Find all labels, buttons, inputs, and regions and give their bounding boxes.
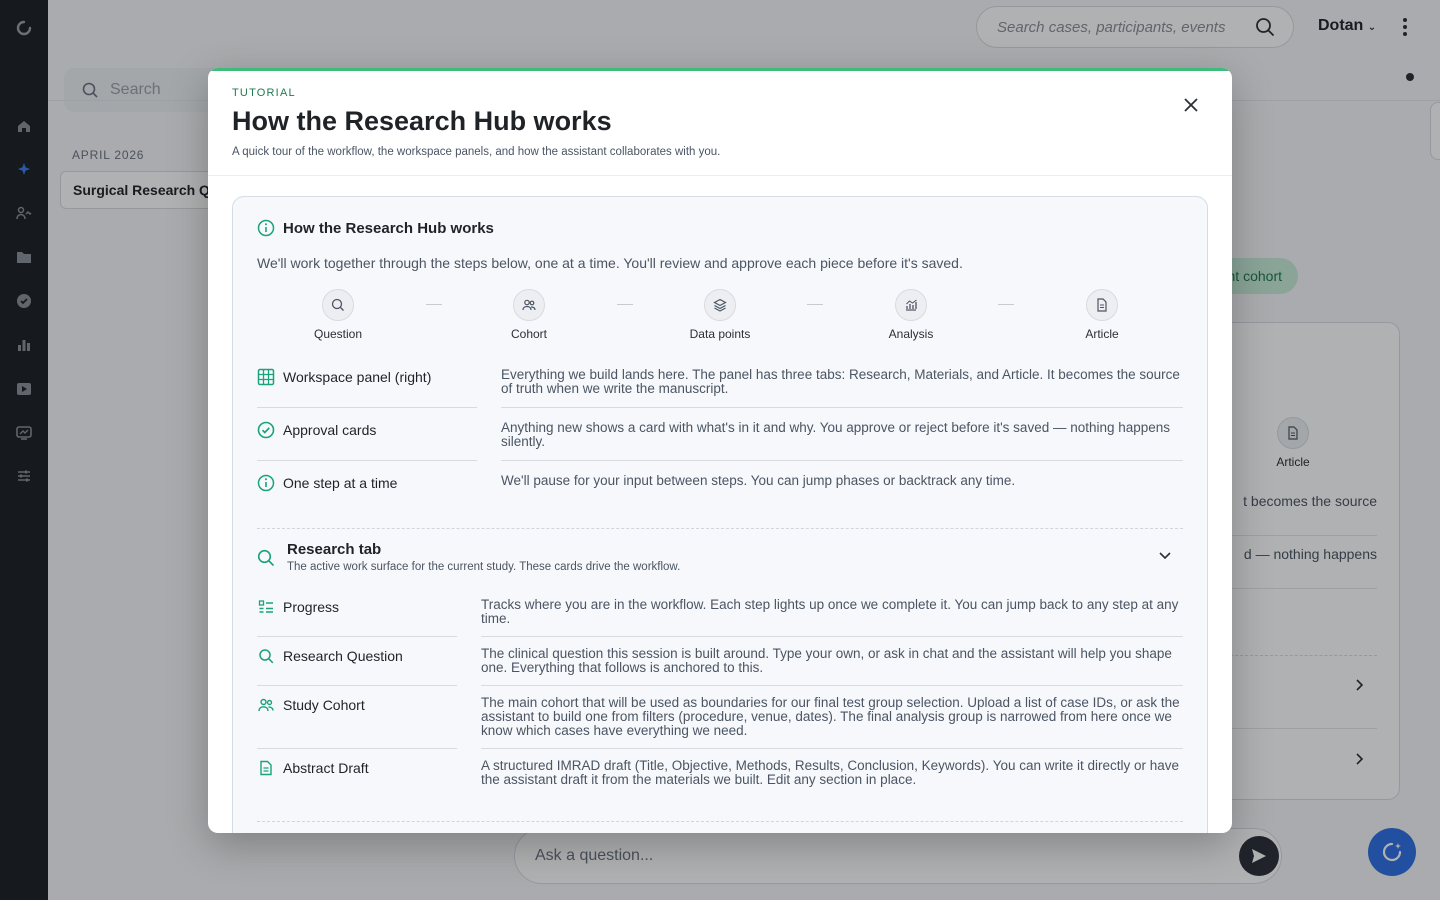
step-connector: [807, 304, 823, 305]
info-icon: [257, 219, 275, 237]
step-label: Article: [1085, 327, 1119, 341]
step-label: Data points: [689, 327, 751, 341]
feature-label: Workspace panel (right): [257, 368, 477, 386]
divider: [257, 748, 457, 749]
card-label-text: Study Cohort: [283, 697, 365, 713]
grid-icon: [257, 368, 275, 386]
divider: [481, 685, 1183, 686]
card-description: A structured IMRAD draft (Title, Objecti…: [481, 758, 1180, 787]
divider: [501, 460, 1183, 461]
card-label-text: Abstract Draft: [283, 760, 369, 776]
divider: [501, 407, 1183, 408]
users-icon: [257, 696, 275, 714]
step-label: Analysis: [888, 327, 934, 341]
step-analysis[interactable]: Analysis: [851, 289, 971, 341]
document-icon: [257, 759, 275, 777]
section-divider: [257, 528, 1183, 529]
overview-intro: We'll work together through the steps be…: [257, 255, 963, 271]
close-icon: [1184, 98, 1198, 112]
feature-label-text: Approval cards: [283, 422, 377, 438]
users-icon: [513, 289, 545, 321]
divider: [481, 636, 1183, 637]
card-label: Research Question: [257, 647, 457, 665]
modal-header-divider: [208, 175, 1232, 176]
feature-label-text: One step at a time: [283, 475, 398, 491]
overview-heading: How the Research Hub works: [257, 219, 494, 237]
divider: [257, 407, 477, 408]
step-question[interactable]: Question: [278, 289, 398, 341]
layers-icon: [704, 289, 736, 321]
step-cohort[interactable]: Cohort: [469, 289, 589, 341]
feature-label: One step at a time: [257, 474, 477, 492]
search-icon: [257, 647, 275, 665]
card-label: Study Cohort: [257, 696, 457, 714]
list-icon: [257, 598, 275, 616]
search-icon: [322, 289, 354, 321]
card-label-text: Progress: [283, 599, 340, 615]
step-data-points[interactable]: Data points: [660, 289, 780, 341]
section-divider: [257, 821, 1183, 822]
card-description: Tracks where you are in the workflow. Ea…: [481, 597, 1179, 626]
close-button[interactable]: [1180, 94, 1202, 116]
feature-label-text: Workspace panel (right): [283, 369, 432, 385]
card-description: The clinical question this session is bu…: [481, 646, 1172, 675]
document-icon: [1086, 289, 1118, 321]
step-label: Question: [313, 327, 363, 341]
workflow-stepper: Question Cohort Data points Analysis Art…: [257, 289, 1185, 341]
step-connector: [617, 304, 633, 305]
search-icon: [257, 549, 275, 567]
research-tab-section-header[interactable]: Research tab The active work surface for…: [257, 541, 1183, 577]
step-connector: [426, 304, 442, 305]
step-article[interactable]: Article: [1042, 289, 1162, 341]
card-label-text: Research Question: [283, 648, 403, 664]
feature-label: Approval cards: [257, 421, 477, 439]
divider: [257, 636, 457, 637]
info-icon: [257, 474, 275, 492]
feature-description: We'll pause for your input between steps…: [501, 473, 1016, 488]
overview-heading-text: How the Research Hub works: [283, 219, 494, 237]
modal-subtitle: A quick tour of the workflow, the worksp…: [232, 146, 721, 158]
card-label: Progress: [257, 598, 457, 616]
modal-accent-bar: [208, 68, 1232, 71]
card-label: Abstract Draft: [257, 759, 457, 777]
research-tab-subtitle: The active work surface for the current …: [287, 561, 681, 573]
divider: [257, 685, 457, 686]
card-description: The main cohort that will be used as bou…: [481, 695, 1180, 738]
divider: [481, 748, 1183, 749]
step-connector: [998, 304, 1014, 305]
divider: [257, 460, 477, 461]
chart-icon: [895, 289, 927, 321]
chevron-down-icon[interactable]: [1157, 547, 1173, 563]
modal-eyebrow: TUTORIAL: [232, 87, 296, 99]
research-tab-title: Research tab: [287, 541, 382, 558]
step-label: Cohort: [510, 327, 548, 341]
tutorial-modal: TUTORIAL How the Research Hub works A qu…: [208, 68, 1232, 833]
modal-title: How the Research Hub works: [232, 106, 612, 136]
tutorial-content: How the Research Hub works We'll work to…: [232, 196, 1208, 833]
feature-description: Anything new shows a card with what's in…: [501, 420, 1171, 449]
feature-description: Everything we build lands here. The pane…: [501, 367, 1180, 396]
check-circle-icon: [257, 421, 275, 439]
